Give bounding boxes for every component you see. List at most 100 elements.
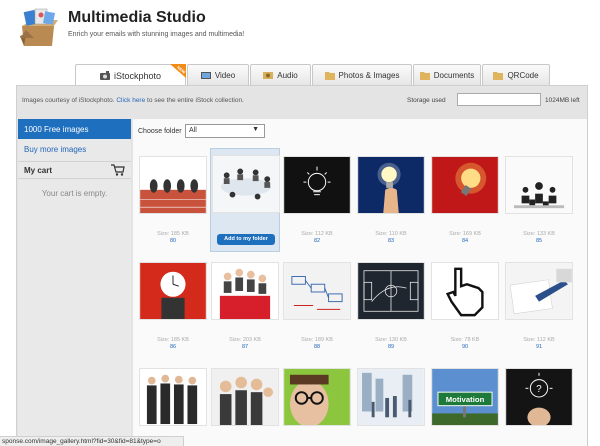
image-size: Size: 130 KB <box>375 337 407 343</box>
business-people-photo <box>140 369 206 425</box>
image-tile[interactable]: Size: 189 KB 88 <box>282 256 352 360</box>
image-number[interactable]: 84 <box>430 238 500 244</box>
image-thumbnail[interactable]: Motivation <box>431 368 499 426</box>
video-icon <box>200 71 211 79</box>
image-number[interactable]: 80 <box>138 238 208 244</box>
image-tile[interactable]: Motivation <box>430 362 500 446</box>
add-to-folder-button[interactable]: Add to my folder <box>217 234 275 245</box>
media-tabs: iStockphoto NEW Video Audio Photos & Ima… <box>75 64 551 86</box>
image-tile[interactable]: Size: 130 KB 89 <box>356 256 426 360</box>
image-thumbnail[interactable] <box>505 262 573 320</box>
image-size: Size: 203 KB <box>229 337 261 343</box>
image-thumbnail[interactable] <box>139 262 207 320</box>
folder-label: Choose folder <box>138 128 182 135</box>
image-tile[interactable]: Size: 133 KB 85 <box>504 150 574 254</box>
image-number[interactable]: 91 <box>504 344 574 350</box>
image-tile[interactable]: Size: 185 KB 86 <box>138 256 208 360</box>
chalk-bulb-photo <box>284 157 350 213</box>
image-tile[interactable]: Size: 185 KB 80 <box>138 150 208 254</box>
tab-label: iStockphoto <box>113 70 162 81</box>
image-number[interactable]: 87 <box>210 344 280 350</box>
image-tile[interactable] <box>356 362 426 446</box>
folder-select[interactable]: All ▼ <box>185 124 265 138</box>
sidebar: 1000 Free images Buy more images My cart… <box>18 119 131 446</box>
tab-label: Photos & Images <box>338 70 400 80</box>
chalk-play-photo <box>358 263 424 319</box>
image-size: Size: 185 KB <box>157 231 189 237</box>
image-tile-hovered[interactable]: Add to my folder <box>210 148 280 252</box>
image-thumbnail[interactable] <box>211 368 279 426</box>
tab-documents[interactable]: Documents <box>413 64 481 85</box>
image-number[interactable]: 88 <box>282 344 352 350</box>
hand-bulb-photo <box>358 157 424 213</box>
image-tile[interactable] <box>210 362 280 446</box>
team-meeting-photo <box>213 156 279 212</box>
image-tile[interactable]: ? <box>504 362 574 446</box>
storage-left-value: 1024MB left <box>545 97 580 104</box>
image-size: Size: 112 KB <box>523 337 555 343</box>
city-crowd-photo <box>358 369 424 425</box>
image-number[interactable]: 85 <box>504 238 574 244</box>
image-size: Size: 110 KB <box>375 231 407 237</box>
image-tile[interactable]: Size: 112 KB 82 <box>282 150 352 254</box>
shopping-cart-icon[interactable] <box>111 164 125 176</box>
happy-team-photo <box>212 369 278 425</box>
image-size: Size: 78 KB <box>450 337 480 343</box>
cursor-hand-photo <box>432 263 498 319</box>
image-thumbnail[interactable] <box>283 368 351 426</box>
image-tile[interactable]: Size: 110 KB 83 <box>356 150 426 254</box>
clock-head-photo <box>140 263 206 319</box>
image-thumbnail[interactable] <box>357 262 425 320</box>
audio-icon <box>263 71 274 79</box>
image-thumbnail[interactable] <box>212 155 280 213</box>
image-size: Size: 185 KB <box>157 337 189 343</box>
red-bulb-photo <box>432 157 498 213</box>
istock-panel: Images courtesy of iStockphoto. Click he… <box>16 85 588 446</box>
image-number[interactable]: 90 <box>430 344 500 350</box>
image-number[interactable]: 86 <box>138 344 208 350</box>
image-thumbnail[interactable] <box>283 262 351 320</box>
image-thumbnail[interactable] <box>139 156 207 214</box>
documents-folder-icon <box>419 71 430 80</box>
multimedia-studio-window: Multimedia Studio Enrich your emails wit… <box>0 0 600 446</box>
image-tile[interactable]: Size: 112 KB 91 <box>504 256 574 360</box>
image-gallery: Choose folder All ▼ Size: 185 KB 80 Add … <box>133 119 587 446</box>
tab-istockphoto[interactable]: iStockphoto NEW <box>75 64 186 86</box>
image-number[interactable]: 89 <box>356 344 426 350</box>
tab-label: QRCode <box>507 70 539 80</box>
image-thumbnail[interactable]: ? <box>505 368 573 426</box>
image-tile[interactable] <box>138 362 208 446</box>
tab-label: Documents <box>433 70 475 80</box>
image-thumbnail[interactable] <box>431 156 499 214</box>
tab-audio[interactable]: Audio <box>250 64 311 85</box>
tab-photos-images[interactable]: Photos & Images <box>312 64 412 85</box>
image-thumbnail[interactable] <box>505 156 573 214</box>
image-thumbnail[interactable] <box>211 262 279 320</box>
photos-folder-icon <box>324 71 335 80</box>
sidebar-item-buy-more[interactable]: Buy more images <box>18 141 131 159</box>
image-thumbnail[interactable] <box>357 368 425 426</box>
tab-video[interactable]: Video <box>187 64 249 85</box>
image-thumbnail[interactable] <box>283 156 351 214</box>
image-tile[interactable]: Size: 78 KB 90 <box>430 256 500 360</box>
image-number[interactable]: 82 <box>282 238 352 244</box>
image-tile[interactable]: Size: 169 KB 84 <box>430 150 500 254</box>
image-tile[interactable]: Size: 203 KB 87 <box>210 256 280 360</box>
image-size: Size: 169 KB <box>449 231 481 237</box>
red-team-photo <box>212 263 278 319</box>
sidebar-item-free-images[interactable]: 1000 Free images <box>18 119 131 139</box>
tab-qrcode[interactable]: QRCode <box>482 64 550 85</box>
tab-label: Video <box>214 70 236 80</box>
istock-credit: Images courtesy of iStockphoto. Click he… <box>22 97 244 104</box>
image-tile[interactable] <box>282 362 352 446</box>
motivation-sign-text: Motivation <box>446 395 485 404</box>
image-thumbnail[interactable] <box>431 262 499 320</box>
strategy-photo <box>284 263 350 319</box>
image-thumbnail[interactable] <box>357 156 425 214</box>
image-size: Size: 189 KB <box>301 337 333 343</box>
istock-collection-link[interactable]: Click here <box>116 97 145 104</box>
folder-selected-value: All <box>189 127 197 134</box>
image-thumbnail[interactable] <box>139 368 207 426</box>
cart-empty-message: Your cart is empty. <box>41 189 108 198</box>
image-number[interactable]: 83 <box>356 238 426 244</box>
